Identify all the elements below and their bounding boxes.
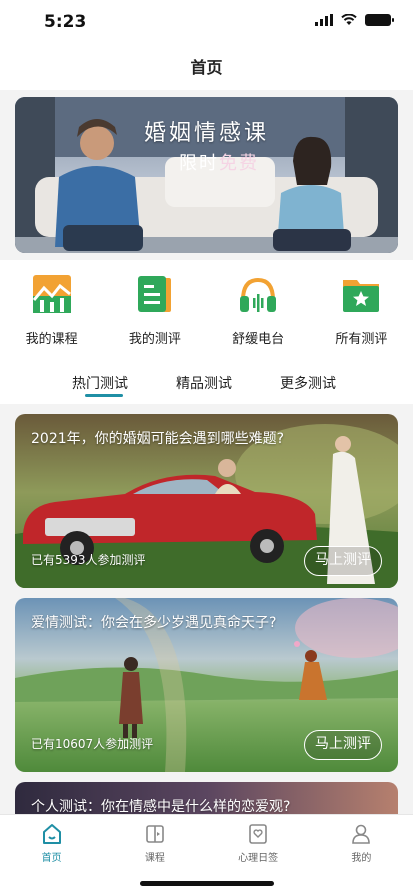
tab-hot[interactable]: 热门测试: [72, 373, 128, 393]
status-bar: 5:23: [0, 0, 413, 46]
book-icon: [146, 825, 164, 843]
banner-subtitle-b: 免费: [219, 153, 259, 174]
tabbar-item-home[interactable]: 首页: [0, 815, 103, 895]
star-folder-icon: [343, 280, 380, 312]
card-title: 个人测试：你在情感中是什么样的恋爱观?: [31, 799, 291, 814]
card-participant-count: 已有5393人参加测评: [31, 553, 146, 567]
document-icon: [137, 276, 171, 312]
quick-label-all-assessments: 所有测评: [335, 332, 388, 347]
tabbar-item-me[interactable]: 我的: [310, 815, 413, 895]
quick-entry-grid: 我的课程 我的测评 舒缓电台 所有测评: [0, 260, 413, 360]
banner-title: 婚姻情感课: [143, 121, 269, 146]
tabbar-label-daily-card: 心理日签: [238, 853, 279, 864]
card-participant-count: 已有10607人参加测评: [31, 737, 154, 751]
test-card[interactable]: 2021年，你的婚姻可能会遇到哪些难题? 已有5393人参加测评 马上测评: [15, 414, 398, 588]
headphones-icon: [240, 277, 277, 312]
nav-bar: 首页: [0, 46, 413, 90]
active-tab-indicator: [85, 394, 123, 397]
status-icons: [315, 14, 394, 26]
tabbar-label-home: 首页: [41, 853, 62, 864]
quick-item-courses[interactable]: 我的课程: [0, 260, 103, 360]
tab-premium[interactable]: 精品测试: [176, 373, 232, 393]
bar-chart-icon: [32, 275, 71, 313]
test-card[interactable]: 个人测试：你在情感中是什么样的恋爱观?: [15, 782, 398, 814]
test-card[interactable]: 爱情测试：你会在多少岁遇见真命天子? 已有10607人参加测评 马上测评: [15, 598, 398, 772]
battery-icon: [365, 14, 394, 26]
signal-icon: [315, 14, 333, 26]
card-title: 2021年，你的婚姻可能会遇到哪些难题?: [31, 431, 285, 447]
quick-item-radio[interactable]: 舒缓电台: [207, 260, 310, 360]
quick-label-radio: 舒缓电台: [232, 332, 285, 347]
banner-subtitle: 限时免费: [179, 149, 259, 175]
quick-label-assessments: 我的测评: [128, 332, 181, 347]
take-test-button[interactable]: 马上测评: [304, 730, 382, 760]
home-indicator: [140, 881, 274, 886]
quick-item-all-assessments[interactable]: 所有测评: [310, 260, 413, 360]
status-time: 5:23: [44, 12, 87, 32]
heart-card-icon: [249, 824, 267, 844]
banner-subtitle-a: 限时: [179, 153, 219, 174]
promo-banner[interactable]: 婚姻情感课 限时免费: [15, 97, 398, 253]
take-test-button[interactable]: 马上测评: [304, 546, 382, 576]
card-title: 爱情测试：你会在多少岁遇见真命天子?: [31, 615, 277, 631]
test-card-list: 2021年，你的婚姻可能会遇到哪些难题? 已有5393人参加测评 马上测评 爱情…: [0, 404, 413, 814]
tabbar-label-courses: 课程: [144, 853, 165, 864]
quick-label-courses: 我的课程: [25, 332, 78, 347]
wifi-icon: [341, 14, 357, 25]
category-tabs: 热门测试 精品测试 更多测试: [0, 360, 413, 404]
tabbar-label-me: 我的: [351, 853, 372, 864]
home-icon: [42, 824, 61, 844]
quick-item-assessments[interactable]: 我的测评: [103, 260, 206, 360]
person-icon: [352, 824, 371, 844]
tab-more[interactable]: 更多测试: [280, 373, 336, 393]
page-title: 首页: [190, 58, 223, 77]
